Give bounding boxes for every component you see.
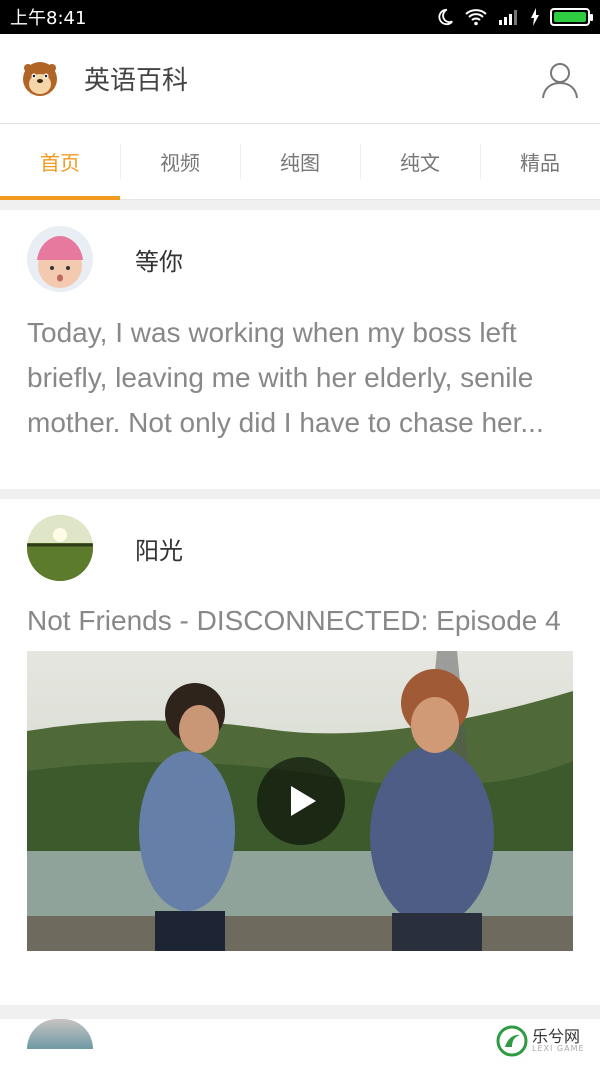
avatar[interactable] xyxy=(27,515,93,581)
post-card[interactable]: 等你 Today, I was working when my boss lef… xyxy=(0,210,600,489)
moon-icon xyxy=(438,8,453,26)
username[interactable]: 等你 xyxy=(135,242,183,277)
play-icon xyxy=(291,786,316,816)
status-bar: 上午8:41 xyxy=(0,0,600,34)
charging-icon xyxy=(531,8,539,26)
otter-logo-icon xyxy=(23,61,57,96)
post-text[interactable]: Today, I was working when my boss left b… xyxy=(27,310,573,445)
tab-video[interactable]: 视频 xyxy=(120,124,240,199)
tab-bar: 首页 视频 纯图 纯文 精品 xyxy=(0,124,600,200)
video-thumbnail[interactable] xyxy=(27,651,573,951)
lexi-logo-icon xyxy=(496,1025,528,1057)
watermark-subtext: LEXI GAME xyxy=(532,1044,585,1053)
avatar[interactable] xyxy=(27,226,93,292)
play-button[interactable] xyxy=(257,757,345,845)
tab-text[interactable]: 纯文 xyxy=(360,124,480,199)
status-time: 上午8:41 xyxy=(10,8,87,29)
user-profile-icon[interactable] xyxy=(540,59,580,99)
battery-icon xyxy=(550,8,593,26)
watermark: 乐兮网 LEXI GAME xyxy=(496,1023,594,1059)
tab-images[interactable]: 纯图 xyxy=(240,124,360,199)
app-bar: 英语百科 xyxy=(0,34,600,124)
post-card[interactable]: 阳光 Not Friends - DISCONNECTED: Episode 4 xyxy=(0,499,600,1005)
wifi-icon xyxy=(465,9,487,26)
username[interactable]: 阳光 xyxy=(135,531,183,566)
tab-home[interactable]: 首页 xyxy=(0,124,120,200)
video-title[interactable]: Not Friends - DISCONNECTED: Episode 4 xyxy=(27,605,573,637)
avatar[interactable] xyxy=(27,1019,93,1049)
app-title: 英语百科 xyxy=(84,66,189,96)
signal-icon xyxy=(499,10,517,25)
tab-featured[interactable]: 精品 xyxy=(480,124,600,199)
watermark-text: 乐兮网 xyxy=(532,1027,581,1046)
